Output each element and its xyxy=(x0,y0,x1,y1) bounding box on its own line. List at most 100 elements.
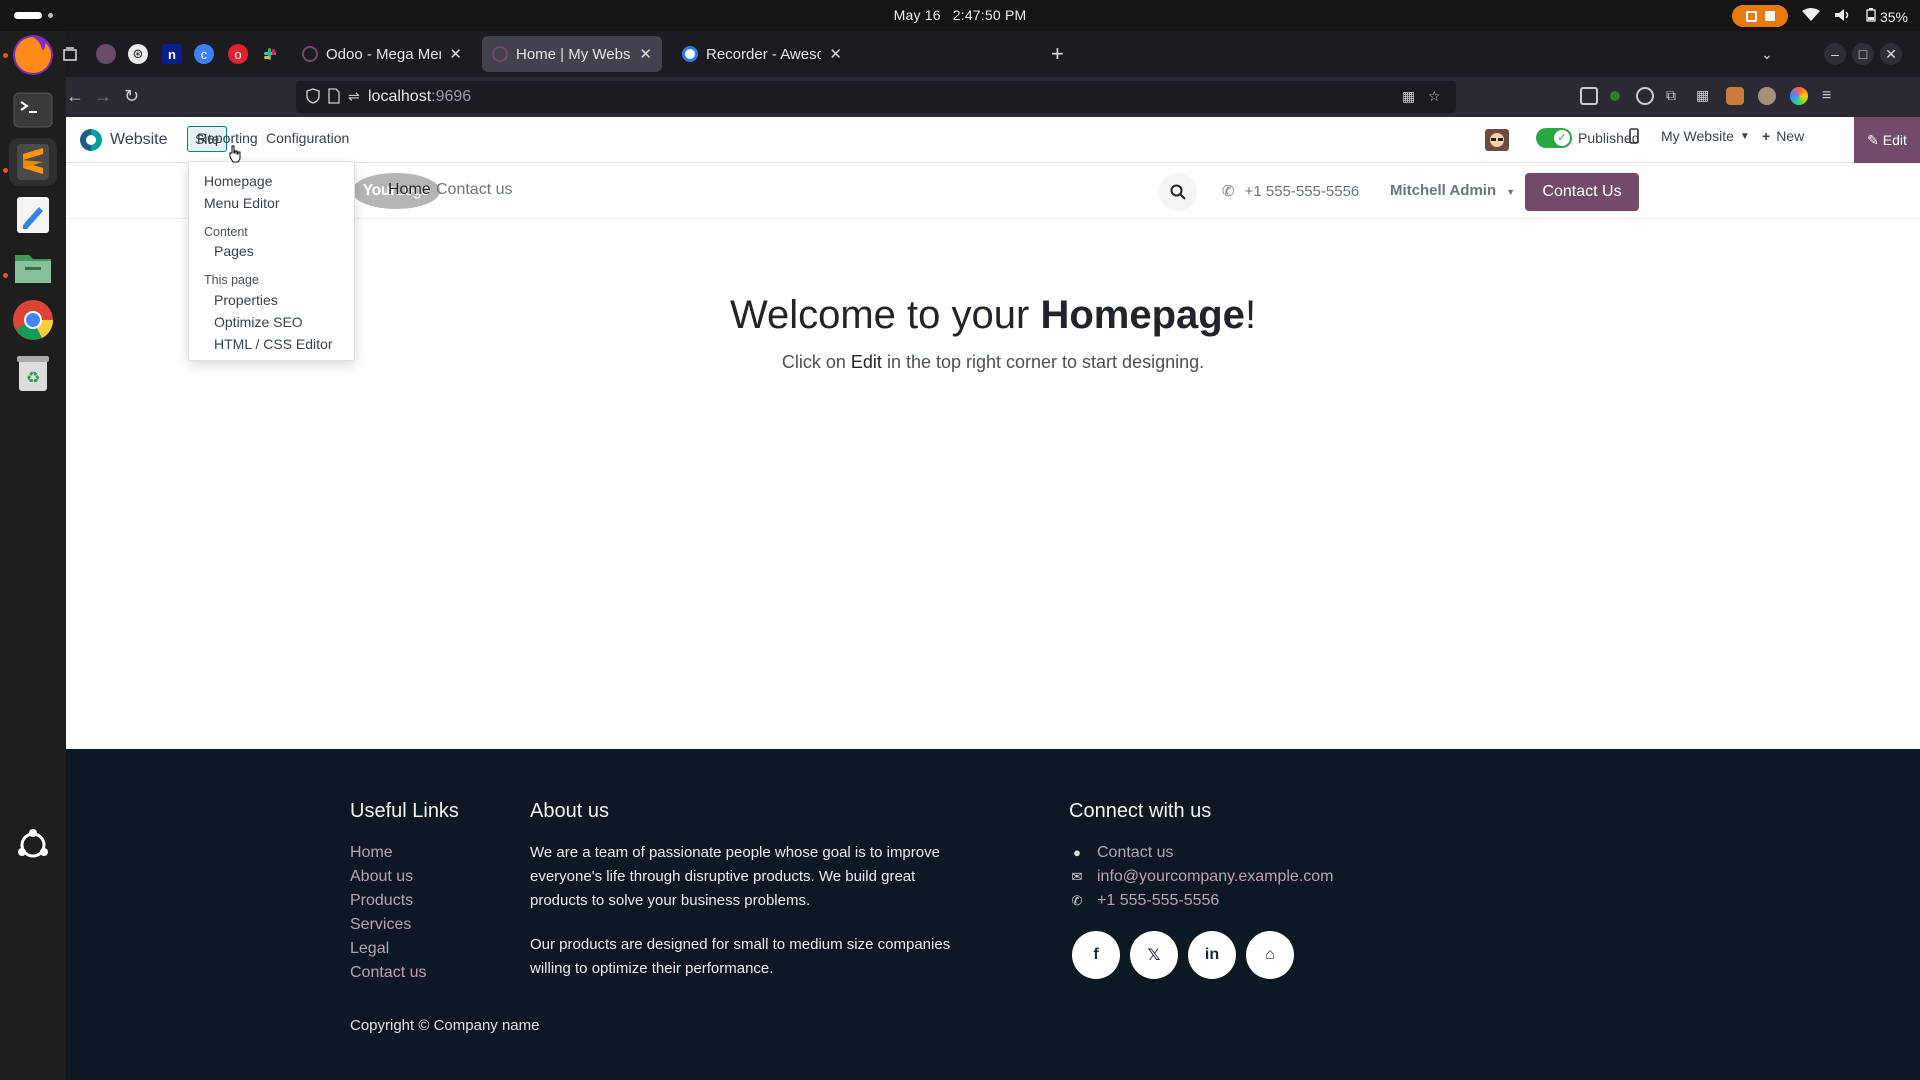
odoo-website-navbar: Website Site Reporting Configuration Pub… xyxy=(66,117,1920,163)
extension-color-icon[interactable] xyxy=(1790,87,1808,105)
footer-email-link[interactable]: ✉ info@yourcompany.example.com xyxy=(1069,865,1334,889)
tab-odoo-mega-menu[interactable]: Odoo - Mega Menu URL S ✕ xyxy=(292,36,472,72)
tab-home-my-website[interactable]: Home | My Website ✕ xyxy=(482,36,662,72)
facebook-icon[interactable]: f xyxy=(1072,931,1120,979)
toggle-switch xyxy=(1536,128,1572,148)
footer-link-legal[interactable]: Legal xyxy=(350,937,459,961)
footer-link-services[interactable]: Services xyxy=(350,913,459,937)
header-phone[interactable]: ✆ +1 555-555-5556 xyxy=(1222,182,1360,201)
system-top-bar: May 16 2:47:50 PM 35% xyxy=(0,0,1920,31)
user-avatar[interactable] xyxy=(1484,128,1510,152)
maximize-window-button[interactable]: □ xyxy=(1852,43,1874,65)
home-icon[interactable]: ⌂ xyxy=(1246,931,1294,979)
system-clock[interactable]: May 16 2:47:50 PM xyxy=(0,7,1920,23)
footer-link-contact-us[interactable]: Contact us xyxy=(350,961,459,985)
menu-configuration[interactable]: Configuration xyxy=(266,130,349,146)
close-window-button[interactable]: ✕ xyxy=(1880,43,1902,65)
nav-link-home[interactable]: Home xyxy=(388,181,431,199)
tab-strip: ⊛ n c o Odoo - Mega Menu URL S ✕ Home | … xyxy=(63,31,1920,77)
comment-icon: ● xyxy=(1073,845,1081,860)
tab-recorder[interactable]: Recorder - Awesome Scre ✕ xyxy=(672,36,852,72)
tab-title: Recorder - Awesome Scre xyxy=(706,45,822,63)
site-menu-dropdown: Homepage Menu Editor Content Pages This … xyxy=(188,161,355,361)
address-bar[interactable]: ⇌ localhost:9696 ▦ ☆ xyxy=(296,81,1456,113)
sublime-text-icon[interactable] xyxy=(9,138,57,186)
pinned-tab-slack[interactable] xyxy=(260,44,280,64)
battery-indicator[interactable]: 35% xyxy=(1866,7,1908,25)
extensions-puzzle-icon[interactable]: ⧉ xyxy=(1666,87,1684,105)
mobile-preview-icon[interactable] xyxy=(1629,128,1639,144)
text-editor-icon[interactable] xyxy=(9,191,57,239)
hand-cursor-icon xyxy=(229,145,241,163)
menu-hamburger-icon[interactable]: ≡ xyxy=(1822,87,1840,105)
header-phone-number: +1 555-555-5556 xyxy=(1244,182,1360,200)
dropdown-item-pages[interactable]: Pages xyxy=(214,243,254,259)
close-tab-icon[interactable]: ✕ xyxy=(639,45,652,63)
footer-phone-link[interactable]: ✆ +1 555-555-5556 xyxy=(1069,889,1334,913)
close-tab-icon[interactable]: ✕ xyxy=(449,45,462,63)
minimize-window-button[interactable]: – xyxy=(1824,43,1846,65)
nav-link-contact-us[interactable]: Contact us xyxy=(436,181,512,199)
footer-heading: Connect with us xyxy=(1069,800,1212,822)
dropdown-item-homepage[interactable]: Homepage xyxy=(204,173,273,189)
account-icon[interactable] xyxy=(1636,87,1654,105)
close-tab-icon[interactable]: ✕ xyxy=(829,45,842,63)
new-tab-button[interactable]: + xyxy=(1051,41,1064,67)
footer-link-about-us[interactable]: About us xyxy=(350,865,459,889)
footer-heading: About us xyxy=(530,800,609,822)
extension-avatar-icon[interactable] xyxy=(1758,87,1776,105)
pinned-tab-n[interactable]: n xyxy=(162,44,182,64)
pinned-tab-c[interactable]: c xyxy=(194,44,214,64)
footer-link-home[interactable]: Home xyxy=(350,841,459,865)
website-switcher[interactable]: My Website ▼ xyxy=(1661,128,1750,144)
extension-green-dot-icon[interactable] xyxy=(1610,91,1620,101)
user-name: Mitchell Admin xyxy=(1390,182,1497,199)
firefox-icon[interactable] xyxy=(9,31,57,79)
back-icon[interactable]: ← xyxy=(66,86,84,107)
pinned-tab-chatgpt[interactable]: ⊛ xyxy=(128,44,148,64)
wifi-icon[interactable] xyxy=(1802,7,1821,25)
publish-toggle[interactable]: Published xyxy=(1536,128,1640,148)
dropdown-item-properties[interactable]: Properties xyxy=(214,292,278,308)
battery-level: 35% xyxy=(1879,8,1908,25)
chrome-icon[interactable] xyxy=(9,296,57,344)
footer-link-products[interactable]: Products xyxy=(350,889,459,913)
navigation-toolbar: ← → ↻ ⇌ localhost:9696 ▦ ☆ ⧉ ▦ ≡ xyxy=(66,77,1920,117)
footer-useful-links: Useful Links Home About us Products Serv… xyxy=(350,800,459,985)
user-account-dropdown[interactable]: Mitchell Admin ▼ xyxy=(1390,182,1515,199)
trash-icon[interactable]: ♻ xyxy=(9,349,57,397)
bookmark-star-icon[interactable]: ☆ xyxy=(1428,88,1441,105)
x-twitter-icon[interactable]: 𝕏 xyxy=(1130,931,1178,979)
dropdown-item-optimize-seo[interactable]: Optimize SEO xyxy=(214,314,303,330)
tab-title: Odoo - Mega Menu URL S xyxy=(326,45,441,63)
show-apps-icon[interactable] xyxy=(9,821,57,869)
terminal-icon[interactable] xyxy=(9,86,57,134)
qr-code-icon[interactable]: ▦ xyxy=(1402,88,1415,105)
contact-us-button[interactable]: Contact Us xyxy=(1525,173,1639,211)
pocket-icon[interactable] xyxy=(1580,87,1598,105)
list-all-tabs-icon[interactable]: ⌄ xyxy=(1756,43,1778,65)
edit-button[interactable]: ✎ Edit xyxy=(1854,117,1920,163)
website-app-brand[interactable]: Website xyxy=(80,129,168,151)
plus-icon: + xyxy=(1762,128,1771,144)
dropdown-item-menu-editor[interactable]: Menu Editor xyxy=(204,195,279,211)
phone-icon: ✆ xyxy=(1222,183,1235,200)
search-button[interactable] xyxy=(1159,173,1197,211)
shield-icon[interactable] xyxy=(306,88,320,107)
menu-reporting[interactable]: Reporting xyxy=(197,130,258,146)
dropdown-item-html-css-editor[interactable]: HTML / CSS Editor xyxy=(214,336,333,352)
new-content-button[interactable]: + New xyxy=(1762,128,1804,144)
reload-icon[interactable]: ↻ xyxy=(124,86,139,107)
volume-icon[interactable] xyxy=(1834,8,1852,25)
screen-recorder-indicator[interactable] xyxy=(1732,5,1789,27)
pinned-tab-opera[interactable]: o xyxy=(228,44,248,64)
footer-contact-link[interactable]: ● Contact us xyxy=(1069,841,1334,865)
pinned-tab-odoo[interactable] xyxy=(96,44,116,64)
linkedin-icon[interactable]: in xyxy=(1188,931,1236,979)
forward-icon[interactable]: → xyxy=(94,86,112,107)
tab-overview-icon[interactable] xyxy=(60,44,80,64)
extension-orange-icon[interactable] xyxy=(1726,87,1744,105)
grid-extension-icon[interactable]: ▦ xyxy=(1696,87,1714,105)
files-icon[interactable] xyxy=(9,243,57,291)
permissions-icon[interactable]: ⇌ xyxy=(348,88,360,105)
